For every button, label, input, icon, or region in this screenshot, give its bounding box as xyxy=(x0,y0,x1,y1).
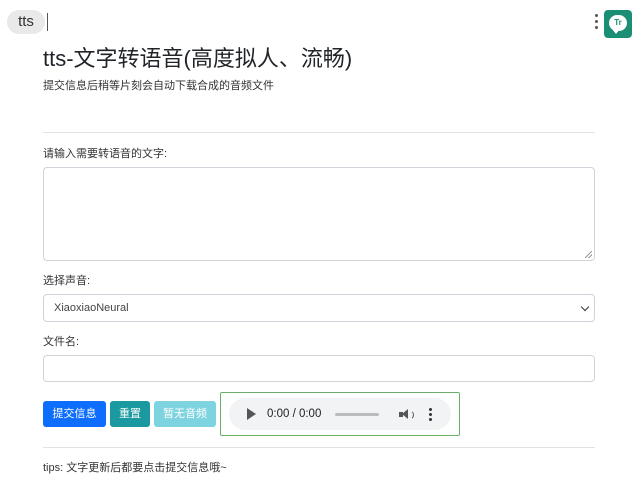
text-cursor xyxy=(47,13,48,31)
submit-button[interactable]: 提交信息 xyxy=(43,401,106,427)
divider xyxy=(43,447,595,448)
more-options-icon[interactable] xyxy=(592,14,600,32)
reset-button[interactable]: 重置 xyxy=(110,401,150,427)
audio-progress-slider[interactable] xyxy=(335,413,379,416)
page-subtitle: 提交信息后稍等片刻会自动下载合成的音频文件 xyxy=(43,80,274,92)
divider xyxy=(43,132,595,133)
resize-handle-icon[interactable] xyxy=(585,251,592,258)
text-input-area[interactable] xyxy=(43,167,595,261)
filename-label: 文件名: xyxy=(43,336,80,348)
chevron-down-icon xyxy=(580,302,590,312)
tips-text: tips: 文字更新后都要点击提交信息哦~ xyxy=(43,462,227,474)
browser-tab[interactable]: tts xyxy=(7,10,45,34)
voice-select-value: XiaoxiaoNeural xyxy=(54,302,129,314)
audio-time: 0:00 / 0:00 xyxy=(267,408,322,420)
filename-input[interactable] xyxy=(43,355,595,382)
audio-player-container: 0:00 / 0:00 xyxy=(220,392,460,436)
no-audio-button[interactable]: 暂无音频 xyxy=(154,401,216,427)
audio-menu-icon[interactable] xyxy=(429,408,433,423)
play-icon[interactable] xyxy=(247,408,256,420)
voice-select[interactable]: XiaoxiaoNeural xyxy=(43,294,595,322)
voice-select-label: 选择声音: xyxy=(43,275,91,287)
translate-extension-icon[interactable]: Tr xyxy=(604,10,632,38)
text-input-label: 请输入需要转语音的文字: xyxy=(43,148,168,160)
audio-player: 0:00 / 0:00 xyxy=(229,398,451,430)
page-title: tts-文字转语音(高度拟人、流畅) xyxy=(43,46,353,71)
volume-icon[interactable] xyxy=(399,408,414,420)
